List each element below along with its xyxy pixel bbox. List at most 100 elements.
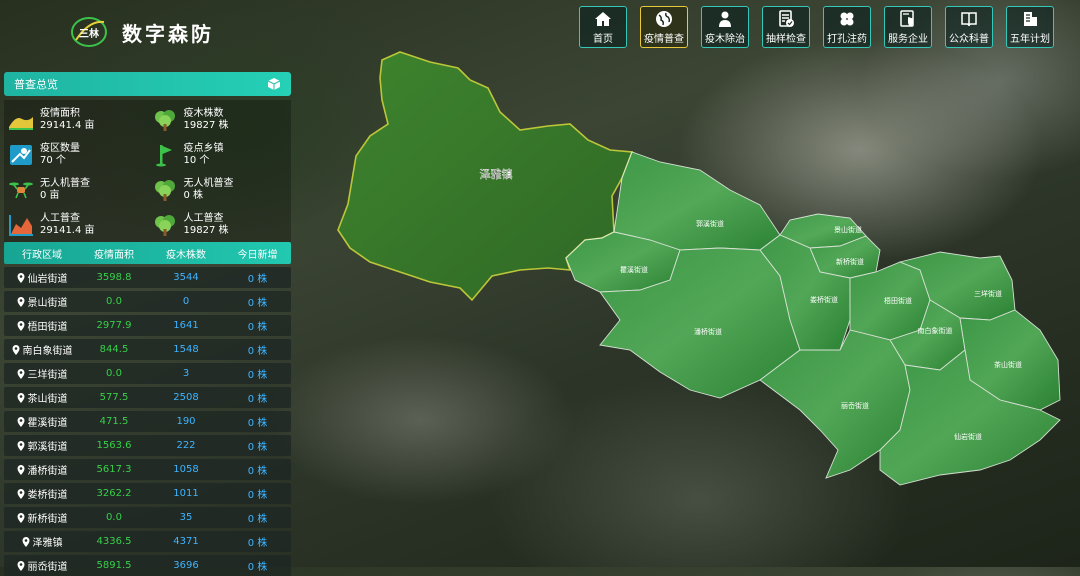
table-row[interactable]: 郭溪街道 1563.6 222 0 株 [4,435,291,456]
today-cell: 0 株 [247,322,268,333]
region-cell: 郭溪街道 [4,438,80,453]
trees-cell: 4371 [173,536,199,547]
area-cell: 2977.9 [96,320,132,331]
nav-plan[interactable]: 五年计划 [1006,6,1054,48]
table-row[interactable]: 梧田街道 2977.9 1641 0 株 [4,315,291,336]
map-label-wutian: 梧田街道 [884,296,912,305]
column-header[interactable]: 疫木株数 [148,246,224,261]
nav-sampling[interactable]: 抽样检查 [762,6,810,48]
today-cell: 0 株 [247,514,268,525]
location-pin-icon [22,536,29,547]
region-cell: 潘桥街道 [4,462,80,477]
today-cell: 0 株 [247,538,268,549]
region-cell: 娄桥街道 [4,486,80,501]
table-row[interactable]: 新桥街道 0.0 35 0 株 [4,507,291,528]
nav-home[interactable]: 首页 [579,6,627,48]
stat-label: 人工普查 [40,212,80,224]
region-cell: 茶山街道 [4,390,80,405]
stat-value: 70 个 [40,154,66,166]
region-name: 郭溪街道 [27,442,68,453]
region-name: 泽雅镇 [32,538,63,549]
tree-icon [154,109,175,131]
map-label-quxi: 瞿溪街道 [620,265,648,274]
map-icon [10,144,32,165]
location-pin-icon [17,488,24,499]
map-label-xianyan: 仙岩街道 [954,432,982,441]
nav-label: 服务企业 [888,34,928,45]
stat-epidemic-area: 疫情面积 29141.4 亩 [4,102,148,137]
table-row[interactable]: 南白象街道 844.5 1548 0 株 [4,339,291,360]
region-name: 娄桥街道 [27,490,68,501]
globe-icon [656,11,672,27]
region-cell: 丽岙街道 [4,558,80,573]
table-row[interactable]: 丽岙街道 5891.5 3696 0 株 [4,555,291,576]
nav-label: 首页 [593,34,613,45]
stat-label: 疫木株数 [183,107,224,119]
stat-label: 疫点乡镇 [183,142,224,154]
table-row[interactable]: 瞿溪街道 471.5 190 0 株 [4,411,291,432]
terrain-icon [9,116,33,130]
table-row[interactable]: 景山街道 0.0 0 0 株 [4,291,291,312]
region-guoxi[interactable] [613,151,781,251]
table-row[interactable]: 泽雅镇 4336.5 4371 0 株 [4,531,291,552]
nav-injection[interactable]: 打孔注药 [823,6,871,48]
nav-enterprise[interactable]: 服务企业 [884,6,932,48]
book-icon [961,12,977,27]
stat-manual-area: 人工普查 29141.4 亩 [4,207,148,242]
table-row[interactable]: 潘桥街道 5617.3 1058 0 株 [4,459,291,480]
region-name: 梧田街道 [27,322,68,333]
shield-doc-icon [900,10,914,27]
nav-public[interactable]: 公众科普 [945,6,993,48]
today-cell: 0 株 [247,298,268,309]
area-cell: 0.0 [106,512,122,523]
region-name: 仙岩街道 [27,274,68,285]
stat-label: 无人机普查 [183,177,234,189]
flag-icon [155,144,172,166]
trees-cell: 1058 [173,464,199,475]
stat-zone-count: 疫区数量 70 个 [4,137,148,172]
today-cell: 0 株 [247,274,268,285]
trees-cell: 1641 [173,320,199,331]
table-row[interactable]: 娄桥街道 3262.2 1011 0 株 [4,483,291,504]
stat-value: 29141.4 亩 [40,119,95,131]
stat-epidemic-trees: 疫木株数 19827 株 [148,102,292,137]
nav-label: 五年计划 [1010,34,1050,45]
region-name: 潘桥街道 [27,466,68,477]
tree-icon [154,214,175,236]
table-row[interactable]: 茶山街道 577.5 2508 0 株 [4,387,291,408]
region-name: 景山街道 [27,298,68,309]
stat-label: 疫区数量 [40,142,80,154]
top-nav: 首页 疫情普查 疫木除治 抽样检查 打孔注药 服务企业 公众科普 五年计划 [579,6,1054,48]
logo-text: 三林 [79,27,100,40]
today-cell: 0 株 [247,346,268,357]
nav-removal[interactable]: 疫木除治 [701,6,749,48]
logo-icon: 三林 [71,17,107,47]
stat-value: 0 株 [183,189,204,201]
area-cell: 1563.6 [96,440,132,451]
location-pin-icon [12,344,19,355]
stat-manual-trees: 人工普查 19827 株 [148,207,292,242]
location-pin-icon [17,512,24,523]
stat-town-count: 疫点乡镇 10 个 [148,137,292,172]
cube-icon[interactable] [267,77,281,91]
table-row[interactable]: 三垟街道 0.0 3 0 株 [4,363,291,384]
tree-icon [154,179,175,201]
table-row[interactable]: 仙岩街道 3598.8 3544 0 株 [4,267,291,288]
location-pin-icon [17,320,24,331]
trees-cell: 2508 [173,392,199,403]
location-pin-icon [17,440,24,451]
area-cell: 5617.3 [96,464,132,475]
survey-overview-panel: 普查总览 疫情面积 29141.4 亩 疫木株数 19827 株 疫区数量 70 个 … [4,72,291,576]
trees-cell: 0 [182,296,190,307]
header: 三林 数字森防 首页 疫情普查 疫木除治 抽样检查 打孔注药 服务企业 公众科普… [0,0,1080,62]
column-header[interactable]: 疫情面积 [80,246,148,261]
column-header[interactable]: 行政区域 [4,246,80,261]
location-pin-icon [17,368,24,379]
area-cell: 5891.5 [96,560,132,571]
region-name: 茶山街道 [27,394,68,405]
nav-survey[interactable]: 疫情普查 [640,6,688,48]
region-cell: 泽雅镇 [4,534,80,549]
column-header[interactable]: 今日新增 [224,246,291,261]
map-label-guoxi: 郭溪街道 [696,219,724,228]
trees-cell: 1011 [173,488,199,499]
